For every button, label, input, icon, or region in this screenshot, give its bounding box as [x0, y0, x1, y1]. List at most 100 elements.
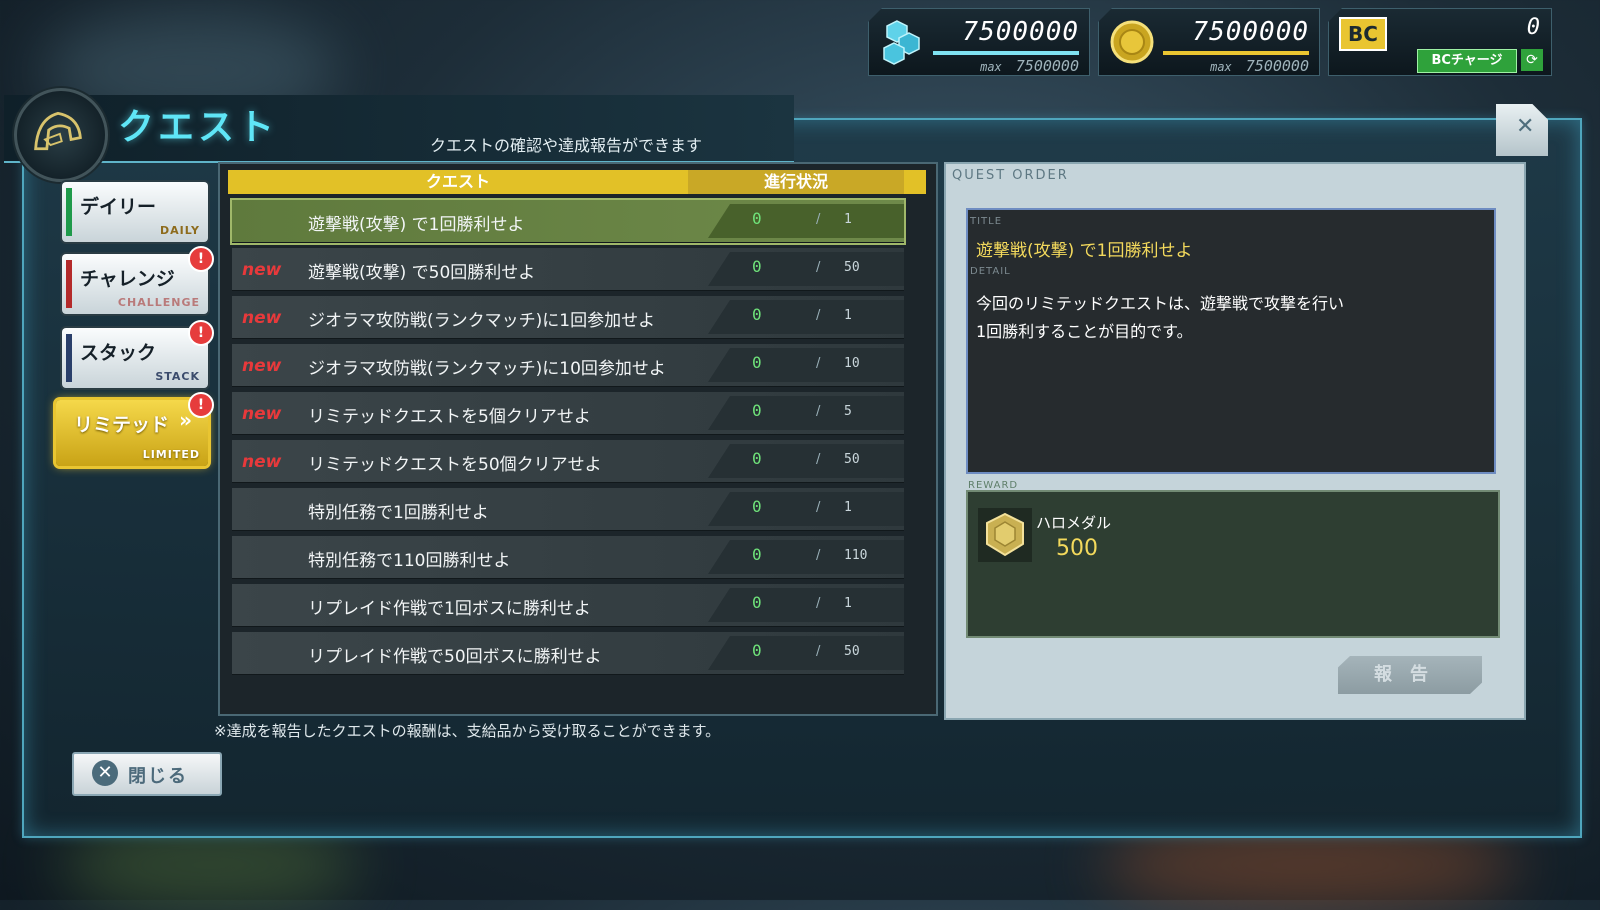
footer-note: ※達成を報告したクエストの報酬は、支給品から受け取ることができます。: [214, 722, 721, 740]
bc-icon: BC: [1339, 17, 1387, 51]
quest-row[interactable]: リプレイド作戦で50回ボスに勝利せよ 0 / 50: [232, 632, 904, 675]
progress-current: 0: [752, 593, 762, 612]
progress-slash: /: [816, 500, 821, 515]
new-badge-icon: new: [242, 356, 282, 374]
column-header-progress: 進行状況: [688, 170, 904, 194]
crystal-max: max 7500000: [980, 57, 1079, 75]
progress-slash: /: [816, 596, 821, 611]
medal-icon: [978, 508, 1032, 562]
close-x-button[interactable]: ✕: [1496, 104, 1548, 156]
tab-label: チャレンジ: [80, 268, 175, 290]
tab-sublabel: CHALLENGE: [117, 296, 200, 309]
quest-table: クエスト 進行状況 遊撃戦(攻撃) で1回勝利せよ 0 / 1 new 遊撃戦(攻撃) で…: [218, 162, 938, 716]
progress-cell: [708, 540, 904, 574]
progress-current: 0: [752, 497, 762, 516]
title-label: TITLE: [970, 216, 1003, 227]
quest-name: ジオラマ攻防戦(ランクマッチ)に10回参加せよ: [308, 359, 666, 379]
quest-row[interactable]: new ジオラマ攻防戦(ランクマッチ)に1回参加せよ 0 / 1: [232, 296, 904, 339]
progress-cell: [708, 492, 904, 526]
crystal-bar: [933, 51, 1079, 55]
progress-target: 1: [844, 500, 852, 515]
tab-limited[interactable]: リミテッド » LIMITED !: [56, 392, 214, 466]
crystal-icon: [883, 20, 920, 65]
quest-row[interactable]: 遊撃戦(攻撃) で1回勝利せよ 0 / 1: [232, 200, 904, 243]
new-badge-icon: new: [242, 308, 282, 326]
tab-label: リミテッド: [74, 414, 170, 436]
progress-target: 10: [844, 356, 860, 371]
bc-value: 0: [1526, 15, 1541, 40]
progress-current: 0: [752, 209, 762, 228]
refresh-icon[interactable]: ⟳: [1521, 49, 1543, 71]
svg-text:new: new: [242, 260, 282, 278]
tab-daily[interactable]: デイリー DAILY: [62, 182, 208, 242]
progress-cell: [708, 396, 904, 430]
close-icon: ✕: [92, 760, 118, 786]
reward-amount: 500: [1056, 536, 1098, 561]
quest-name: ジオラマ攻防戦(ランクマッチ)に1回参加せよ: [308, 311, 656, 331]
emblem-icon: [14, 88, 108, 182]
bc-resource: BC 0 BCチャージ ⟳: [1328, 8, 1552, 76]
progress-current: 0: [752, 449, 762, 468]
progress-cell: [708, 444, 904, 478]
progress-cell: [708, 300, 904, 334]
tab-label: デイリー: [80, 196, 157, 218]
close-button[interactable]: ✕ 閉じる: [72, 752, 222, 796]
quest-row[interactable]: new ジオラマ攻防戦(ランクマッチ)に10回参加せよ 0 / 10: [232, 344, 904, 387]
close-icon: ✕: [1516, 114, 1535, 139]
progress-current: 0: [752, 305, 762, 324]
quest-info-box: TITLE 遊撃戦(攻撃) で1回勝利せよ DETAIL 今回のリミテッドクエス…: [966, 208, 1496, 474]
close-button-label: 閉じる: [128, 766, 188, 787]
coin-resource: 7500000 max 7500000: [1098, 8, 1320, 76]
progress-slash: /: [816, 212, 821, 227]
svg-text:new: new: [242, 308, 282, 326]
progress-current: 0: [752, 641, 762, 660]
progress-target: 5: [844, 404, 852, 419]
quest-name: リミテッドクエストを50個クリアせよ: [308, 455, 602, 475]
progress-slash: /: [816, 548, 821, 563]
alert-badge: !: [188, 392, 214, 418]
alert-badge: !: [188, 320, 214, 346]
quest-row[interactable]: 特別任務で110回勝利せよ 0 / 110: [232, 536, 904, 579]
tab-challenge[interactable]: チャレンジ CHALLENGE !: [62, 246, 214, 314]
quest-row[interactable]: 特別任務で1回勝利せよ 0 / 1: [232, 488, 904, 531]
progress-slash: /: [816, 452, 821, 467]
svg-text:new: new: [242, 452, 282, 470]
progress-slash: /: [816, 260, 821, 275]
quest-name: リミテッドクエストを5個クリアせよ: [308, 407, 591, 427]
quest-row[interactable]: new 遊撃戦(攻撃) で50回勝利せよ 0 / 50: [232, 248, 904, 291]
tab-label: スタック: [80, 342, 157, 364]
quest-detail-panel: QUEST ORDER TITLE 遊撃戦(攻撃) で1回勝利せよ DETAIL…: [944, 162, 1526, 720]
bc-charge-button[interactable]: BCチャージ: [1417, 49, 1517, 73]
tab-stripe: [66, 260, 72, 308]
quest-name: 特別任務で110回勝利せよ: [308, 551, 511, 571]
page-subtitle: クエストの確認や達成報告ができます: [430, 136, 703, 155]
new-badge-icon: new: [242, 452, 282, 470]
progress-target: 1: [844, 596, 852, 611]
progress-slash: /: [816, 404, 821, 419]
report-button[interactable]: 報告: [1338, 656, 1482, 694]
reward-name: ハロメダル: [1036, 514, 1112, 532]
quest-row[interactable]: リプレイド作戦で1回ボスに勝利せよ 0 / 1: [232, 584, 904, 627]
tab-sublabel: STACK: [155, 370, 200, 383]
progress-slash: /: [816, 308, 821, 323]
quest-row[interactable]: new リミテッドクエストを50個クリアせよ 0 / 50: [232, 440, 904, 483]
tab-sublabel: DAILY: [160, 224, 200, 237]
tab-stack[interactable]: スタック STACK !: [62, 320, 214, 388]
svg-text:new: new: [242, 404, 282, 422]
progress-current: 0: [752, 545, 762, 564]
crystal-resource: 7500000 max 7500000: [868, 8, 1090, 76]
progress-current: 0: [752, 353, 762, 372]
quest-row[interactable]: new リミテッドクエストを5個クリアせよ 0 / 5: [232, 392, 904, 435]
coin-value: 7500000: [1192, 17, 1309, 47]
progress-target: 50: [844, 452, 860, 467]
coin-icon: [1110, 20, 1154, 64]
progress-cell: [708, 588, 904, 622]
progress-cell: [708, 636, 904, 670]
detail-label: DETAIL: [970, 266, 1011, 277]
progress-target: 1: [844, 308, 852, 323]
detail-header: QUEST ORDER: [952, 168, 1069, 183]
alert-badge: !: [188, 246, 214, 272]
quest-name: 特別任務で1回勝利せよ: [308, 503, 489, 523]
progress-target: 110: [844, 548, 868, 563]
progress-cell: [708, 252, 904, 286]
